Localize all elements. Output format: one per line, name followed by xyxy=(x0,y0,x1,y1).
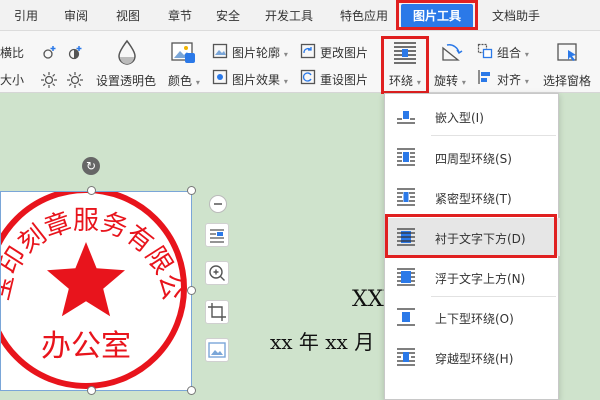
change-picture-icon xyxy=(300,43,316,59)
picture-outline-label: 图片轮廓 ▾ xyxy=(232,44,288,61)
resize-handle-right[interactable] xyxy=(187,286,196,295)
behind-text-icon xyxy=(397,228,415,246)
tab-view[interactable]: 视图 xyxy=(108,4,148,28)
group-label-text: 组合 xyxy=(497,46,522,60)
chevron-down-icon: ▾ xyxy=(283,50,288,59)
wrap-label-text: 环绕 xyxy=(389,74,414,88)
brightness-decrease-icon[interactable] xyxy=(40,71,58,89)
menu-bar: 引用 审阅 视图 章节 安全 开发工具 特色应用 图片工具 文档助手 xyxy=(0,0,600,31)
chevron-down-icon: ▾ xyxy=(416,78,421,87)
stamp-picture[interactable]: 广州宝印刻章服务有限公司版 办公室 xyxy=(0,191,192,391)
color-label-text: 颜色 xyxy=(168,74,193,88)
picture-color-icon xyxy=(171,42,195,63)
resize-handle-top-right[interactable] xyxy=(187,186,196,195)
top-bottom-wrap-icon xyxy=(397,308,415,326)
picture-effect-label: 图片效果 ▾ xyxy=(232,71,288,88)
brightness-increase-icon[interactable] xyxy=(40,44,58,62)
tab-featured-apps[interactable]: 特色应用 xyxy=(332,4,396,28)
tab-review[interactable]: 审阅 xyxy=(56,4,96,28)
size-label-partial: 大小 xyxy=(0,73,25,87)
wrap-option-top-and-bottom[interactable]: 上下型环绕(O) xyxy=(385,298,560,336)
picture-outline-icon xyxy=(212,43,228,59)
align-icon xyxy=(478,70,490,84)
resize-handle-bottom[interactable] xyxy=(87,386,96,395)
rotate-icon xyxy=(442,44,463,61)
tab-security[interactable]: 安全 xyxy=(208,4,248,28)
wrap-option-in-front-of-text[interactable]: 浮于文字上方(N) xyxy=(385,258,560,296)
document-text-line-2: xx 年 xx 月 xyxy=(270,330,375,354)
align-label-text: 对齐 xyxy=(497,73,522,87)
chevron-down-icon: ▾ xyxy=(461,78,466,87)
wrap-label: 环绕 ▾ xyxy=(389,72,421,89)
ribbon: 横比 大小 设置透明色 颜色 ▾ 图片轮廓 ▾ 图片效果 ▾ 更改图片 重设图片… xyxy=(0,31,600,93)
reset-picture-icon xyxy=(300,69,316,85)
wrap-option-behind-text[interactable]: 衬于文字下方(D) xyxy=(385,218,560,256)
picture-outline-text: 图片轮廓 xyxy=(232,46,281,60)
picture-effect-text: 图片效果 xyxy=(232,73,281,87)
through-wrap-icon xyxy=(397,348,415,366)
rotate-label: 旋转 ▾ xyxy=(434,72,466,89)
crop-button[interactable] xyxy=(205,300,229,324)
tab-document-assistant[interactable]: 文档助手 xyxy=(484,4,548,28)
wrap-option-inline[interactable]: 嵌入型(I) xyxy=(385,97,560,135)
contrast-increase-icon[interactable] xyxy=(66,44,84,62)
crop-icon xyxy=(208,303,226,321)
tab-references[interactable]: 引用 xyxy=(6,4,46,28)
wrap-option-label: 衬于文字下方(D) xyxy=(435,232,526,246)
color-label: 颜色 ▾ xyxy=(168,72,200,89)
reset-picture-label: 重设图片 xyxy=(320,73,369,87)
wrap-option-label: 四周型环绕(S) xyxy=(435,152,512,166)
tab-picture-tools[interactable]: 图片工具 xyxy=(401,4,473,28)
group-label: 组合 ▾ xyxy=(497,44,529,61)
wrap-dropdown-menu: 嵌入型(I) 四周型环绕(S) 紧密型环绕(T) 衬于文字下方(D) 浮于文字上… xyxy=(384,93,560,400)
zoom-in-icon xyxy=(209,265,225,281)
group-icon xyxy=(477,43,493,59)
wrap-option-label: 上下型环绕(O) xyxy=(435,312,514,326)
contrast-decrease-icon[interactable] xyxy=(66,71,84,89)
selection-pane-icon xyxy=(557,43,577,61)
layout-options-icon xyxy=(210,229,224,243)
wrap-option-square[interactable]: 四周型环绕(S) xyxy=(385,138,560,176)
change-picture-label: 更改图片 xyxy=(320,46,369,60)
wrap-option-label: 紧密型环绕(T) xyxy=(435,192,512,206)
picture-effect-icon xyxy=(212,69,228,85)
wrap-option-through[interactable]: 穿越型环绕(H) xyxy=(385,338,560,376)
wrap-option-label: 嵌入型(I) xyxy=(435,111,484,125)
wrap-option-label: 穿越型环绕(H) xyxy=(435,352,514,366)
rotate-label-text: 旋转 xyxy=(434,74,459,88)
chevron-down-icon: ▾ xyxy=(283,77,288,86)
selection-pane-label: 选择窗格 xyxy=(543,74,592,88)
zoom-picture-button[interactable] xyxy=(205,261,229,285)
align-label: 对齐 ▾ xyxy=(497,71,529,88)
resize-handle-top[interactable] xyxy=(87,186,96,195)
chevron-down-icon: ▾ xyxy=(524,50,529,59)
chevron-down-icon: ▾ xyxy=(195,78,200,87)
wrap-option-label: 浮于文字上方(N) xyxy=(435,272,526,286)
layout-options-button[interactable] xyxy=(205,223,229,247)
menu-divider xyxy=(431,296,556,297)
collapse-toolbar-button[interactable] xyxy=(209,195,227,213)
text-wrap-icon xyxy=(394,42,416,64)
chevron-down-icon: ▾ xyxy=(524,77,529,86)
resize-handle-bottom-right[interactable] xyxy=(187,386,196,395)
tab-chapter[interactable]: 章节 xyxy=(160,4,200,28)
menu-divider xyxy=(431,216,556,217)
transparent-drop-icon xyxy=(118,39,136,65)
stamp-star-icon xyxy=(47,242,125,317)
in-front-of-text-icon xyxy=(397,268,415,286)
picture-options-button[interactable] xyxy=(205,338,229,362)
stamp-graphic: 广州宝印刻章服务有限公司版 办公室 xyxy=(1,192,187,389)
tight-wrap-icon xyxy=(397,188,415,206)
minus-icon xyxy=(214,203,222,205)
picture-icon xyxy=(208,342,226,358)
tab-developer-tools[interactable]: 开发工具 xyxy=(257,4,321,28)
stamp-center-text: 办公室 xyxy=(41,329,131,364)
rotate-handle[interactable]: ↻ xyxy=(82,157,100,175)
set-transparent-color-label: 设置透明色 xyxy=(96,74,157,88)
square-wrap-icon xyxy=(397,148,415,166)
menu-divider xyxy=(431,135,556,136)
scale-label-partial: 横比 xyxy=(0,46,25,60)
wrap-option-tight[interactable]: 紧密型环绕(T) xyxy=(385,178,560,216)
inline-wrap-icon xyxy=(397,111,415,124)
